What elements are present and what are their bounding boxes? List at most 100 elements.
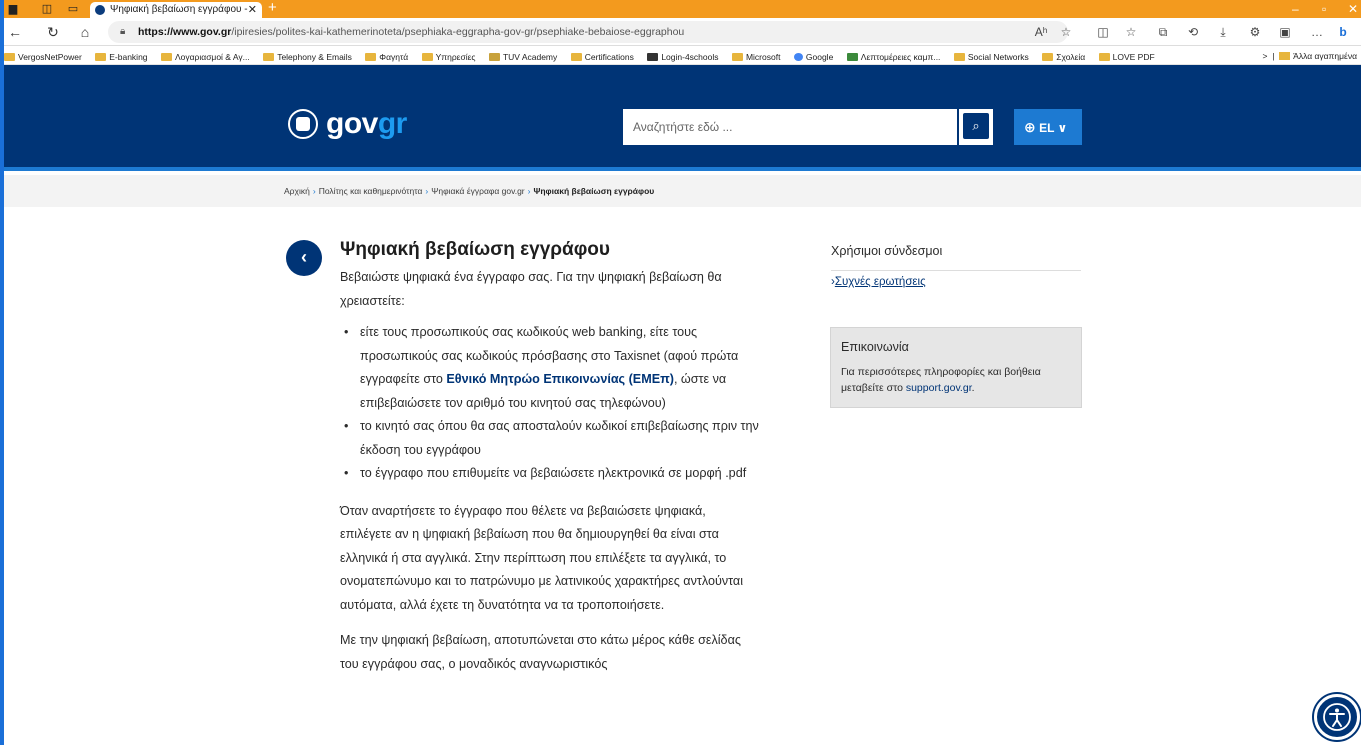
- folder-icon: [1098, 53, 1110, 61]
- workspaces-icon[interactable]: ◫: [40, 2, 54, 16]
- requirements-list: είτε τους προσωπικούς σας κωδικούς web b…: [340, 321, 760, 486]
- useful-links-title: Χρήσιμοι σύνδεσμοι: [831, 244, 1081, 271]
- folder-icon: [365, 53, 377, 61]
- favorite-star-icon[interactable]: ☆: [1057, 23, 1075, 41]
- list-item: το κινητό σας όπου θα σας αποσταλούν κωδ…: [340, 415, 760, 462]
- bookmark-item[interactable]: LOVE PDF: [1098, 48, 1155, 64]
- folder-icon: [570, 53, 582, 61]
- logo-wordmark: govgr: [326, 107, 407, 140]
- breadcrumb-separator: ›: [312, 186, 316, 196]
- folder-icon: [1279, 52, 1291, 60]
- close-window-button[interactable]: ✕: [1348, 0, 1358, 18]
- folder-icon: [1042, 53, 1054, 61]
- breadcrumb-separator: ›: [425, 186, 429, 196]
- tab-actions-icon[interactable]: ▭: [66, 2, 80, 16]
- new-tab-button[interactable]: +: [268, 0, 277, 16]
- extensions-icon[interactable]: ⚙: [1246, 23, 1264, 41]
- language-code: EL: [1039, 121, 1055, 135]
- office-icon[interactable]: ▣: [1276, 23, 1294, 41]
- bookmark-item[interactable]: Λεπτομέρειες καμπ...: [846, 48, 940, 64]
- site-header: govgr Αναζητήστε εδώ ... ⌕ ⊕ EL ∨: [4, 65, 1361, 171]
- breadcrumb-current: Ψηφιακή βεβαίωση εγγράφου: [533, 186, 655, 196]
- restore-button[interactable]: ▫: [1322, 0, 1326, 18]
- paragraph-identifier: Με την ψηφιακή βεβαίωση, αποτυπώνεται στ…: [340, 633, 741, 671]
- url-host: https://www.gov.gr: [138, 26, 232, 38]
- paragraph-language: Όταν αναρτήσετε το έγγραφο που θέλετε να…: [340, 503, 744, 612]
- login-icon: [647, 53, 659, 61]
- minimize-button[interactable]: –: [1292, 0, 1299, 18]
- page-title: Ψηφιακή βεβαίωση εγγράφου: [340, 239, 610, 260]
- bookmark-item[interactable]: Λογαριασμοί & Αγ...: [160, 48, 250, 64]
- bing-copilot-icon[interactable]: b: [1334, 23, 1352, 41]
- bookmark-item[interactable]: Σχολεία: [1042, 48, 1085, 64]
- breadcrumb-digital-docs[interactable]: Ψηφιακά έγγραφα gov.gr: [431, 186, 524, 196]
- contact-text: Για περισσότερες πληροφορίες και βοήθεια…: [841, 366, 1041, 394]
- main-content: Ψηφιακή βεβαίωση εγγράφου Βεβαιώστε ψηφι…: [340, 236, 760, 676]
- bookmark-item[interactable]: Login-4schools: [647, 48, 719, 64]
- browser-toolbar: ← ↻ ⌂ 🔒︎ https://www.gov.gr/ipiresies/po…: [4, 18, 1361, 46]
- split-screen-icon[interactable]: ◫: [1094, 23, 1112, 41]
- home-icon[interactable]: ⌂: [76, 23, 94, 41]
- favorites-icon[interactable]: ☆: [1122, 23, 1140, 41]
- emep-link[interactable]: Εθνικό Μητρώο Επικοινωνίας (ΕΜΕπ): [446, 372, 674, 386]
- support-link[interactable]: support.gov.gr: [906, 382, 972, 394]
- breadcrumb: Αρχική › Πολίτης και καθημερινότητα › Ψηφιακ…: [284, 175, 654, 207]
- tab-title: Ψηφιακή βεβαίωση εγγράφου -: [110, 4, 248, 15]
- bookmark-item[interactable]: Microsoft: [731, 48, 780, 64]
- bookmark-item[interactable]: Social Networks: [953, 48, 1029, 64]
- collections-icon[interactable]: ⧉: [1154, 23, 1172, 41]
- folder-icon: [263, 53, 275, 61]
- back-arrow-icon[interactable]: ←: [6, 23, 24, 41]
- contact-box: Επικοινωνία Για περισσότερες πληροφορίες…: [830, 327, 1082, 408]
- bookmark-item[interactable]: TUV Academy: [488, 48, 557, 64]
- drive-icon: [846, 53, 858, 61]
- breadcrumb-citizen[interactable]: Πολίτης και καθημερινότητα: [319, 186, 423, 196]
- tuv-icon: [488, 53, 500, 61]
- bookmarks-bar: VergosNetPower E-banking Λογαριασμοί & Α…: [4, 47, 1361, 65]
- bookmark-item[interactable]: Φαγητά: [365, 48, 408, 64]
- tab-active[interactable]: Ψηφιακή βεβαίωση εγγράφου - ✕: [90, 2, 262, 18]
- refresh-icon[interactable]: ↻: [44, 23, 62, 41]
- greek-emblem-icon: [288, 109, 318, 139]
- breadcrumb-strip: Αρχική › Πολίτης και καθημερινότητα › Ψηφιακ…: [4, 175, 1361, 207]
- govgr-favicon-icon: [95, 5, 105, 15]
- close-tab-icon[interactable]: ✕: [248, 2, 257, 18]
- bookmark-item[interactable]: E-banking: [95, 48, 148, 64]
- search-button[interactable]: ⌕: [959, 109, 993, 145]
- more-icon[interactable]: …: [1308, 23, 1326, 41]
- bookmark-item[interactable]: Certifications: [570, 48, 634, 64]
- lock-icon: 🔒︎: [120, 26, 126, 37]
- folder-icon: [421, 53, 433, 61]
- other-favorites[interactable]: > | Άλλα αγαπημένα: [1256, 47, 1357, 64]
- folder-icon: [4, 53, 15, 61]
- edge-profile-icon[interactable]: ▆: [6, 2, 20, 16]
- bookmark-item[interactable]: VergosNetPower: [4, 48, 82, 64]
- read-aloud-icon[interactable]: Aʰ: [1032, 23, 1050, 41]
- breadcrumb-separator: ›: [527, 186, 531, 196]
- bookmark-item[interactable]: Google: [793, 48, 833, 64]
- back-button[interactable]: ‹: [286, 240, 322, 276]
- folder-icon: [95, 53, 107, 61]
- folder-icon: [731, 53, 743, 61]
- bookmark-item[interactable]: Telephony & Emails: [263, 48, 352, 64]
- language-selector[interactable]: ⊕ EL ∨: [1014, 109, 1082, 145]
- history-icon[interactable]: ⟲: [1184, 23, 1202, 41]
- search-input[interactable]: Αναζητήστε εδώ ...: [623, 109, 957, 145]
- browser-titlebar: ▆ ◫ ▭ Ψηφιακή βεβαίωση εγγράφου - ✕ + – …: [4, 0, 1361, 18]
- faq-link[interactable]: ›Συχνές ερωτήσεις: [831, 276, 926, 288]
- downloads-icon[interactable]: ⤓: [1214, 23, 1232, 41]
- list-item: το έγγραφο που επιθυμείτε να βεβαιώσετε …: [340, 462, 760, 486]
- contact-title: Επικοινωνία: [841, 340, 909, 354]
- bookmark-item[interactable]: Υπηρεσίες: [421, 48, 475, 64]
- search-icon: ⌕: [963, 113, 989, 139]
- globe-icon: ⊕: [1024, 119, 1036, 135]
- govgr-logo[interactable]: govgr: [288, 109, 407, 139]
- folder-icon: [953, 53, 965, 61]
- google-icon: [793, 53, 803, 61]
- url-path: /ipiresies/polites-kai-kathemerinoteta/p…: [231, 26, 685, 38]
- address-bar[interactable]: 🔒︎ https://www.gov.gr/ipiresies/polites-…: [108, 21, 1068, 43]
- lead-paragraph: Βεβαιώστε ψηφιακά ένα έγγραφο σας. Για τ…: [340, 270, 722, 308]
- breadcrumb-home[interactable]: Αρχική: [284, 186, 310, 196]
- accessibility-button[interactable]: [1314, 694, 1360, 740]
- chevron-down-icon: ∨: [1057, 121, 1068, 135]
